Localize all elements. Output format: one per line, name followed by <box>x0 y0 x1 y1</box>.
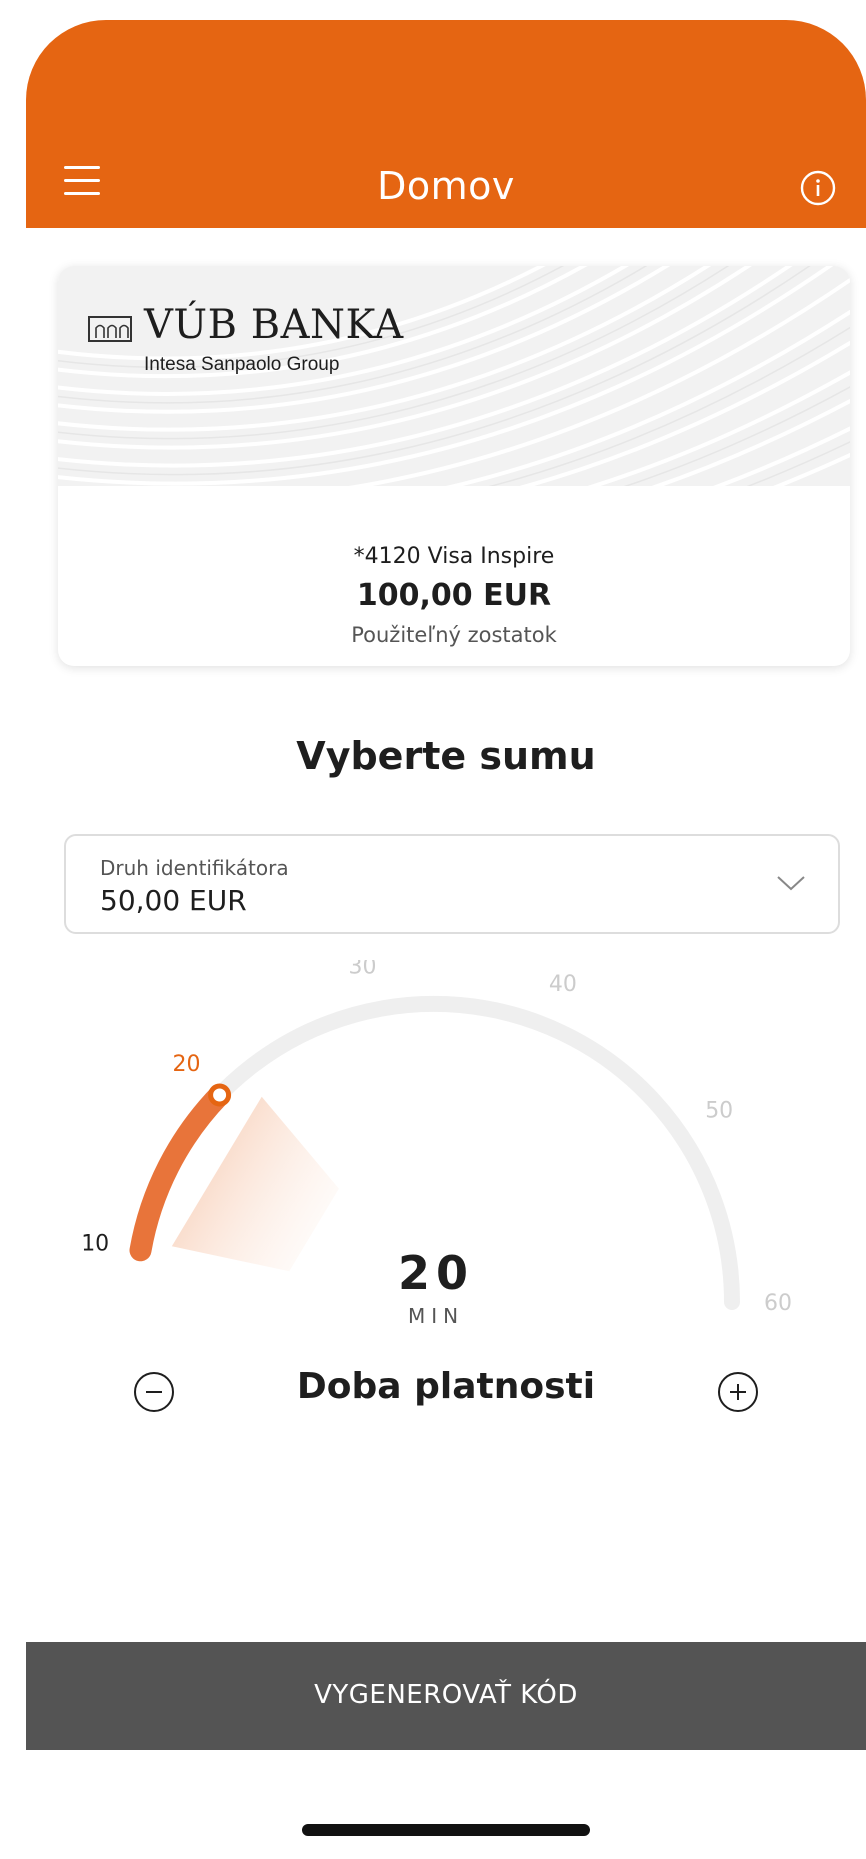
card-pattern: VÚB BANKA Intesa Sanpaolo Group <box>58 266 850 486</box>
minus-icon[interactable] <box>130 1368 178 1416</box>
card-balance: 100,00 EUR <box>356 578 552 613</box>
bank-logo: VÚB BANKA Intesa Sanpaolo Group <box>88 302 448 382</box>
validity-unit: MIN <box>407 1304 465 1328</box>
bank-group: Intesa Sanpaolo Group <box>144 354 340 375</box>
info-icon[interactable] <box>800 170 836 206</box>
select-label: Druh identifikátora <box>100 856 289 880</box>
card-name: *4120 Visa Inspire <box>353 544 555 569</box>
gauge-handle[interactable] <box>208 1083 232 1107</box>
gauge-tick-label: 30 <box>349 960 377 980</box>
gauge-tick-label: 50 <box>705 1099 733 1124</box>
phone-screen: Domov VÚB BANKA Intesa Sanpaolo Group *4… <box>26 20 866 1859</box>
page-title: Domov <box>377 164 515 208</box>
validity-value: 20 <box>397 1246 474 1300</box>
gauge-tick-label: 40 <box>549 972 577 997</box>
gauge-tick-label: 20 <box>173 1052 201 1077</box>
validity-gauge[interactable]: 10 20 30 40 50 60 <box>26 960 866 1360</box>
app-header: Domov <box>26 20 866 228</box>
account-card[interactable]: VÚB BANKA Intesa Sanpaolo Group *4120 Vi… <box>58 266 850 666</box>
validity-label: Doba platnosti <box>296 1366 596 1407</box>
plus-icon[interactable] <box>714 1368 762 1416</box>
amount-section-title: Vyberte sumu <box>296 734 596 778</box>
select-value: 50,00 EUR <box>100 884 247 917</box>
home-indicator <box>302 1824 590 1836</box>
amount-select[interactable]: Druh identifikátora 50,00 EUR <box>64 834 840 934</box>
hamburger-icon[interactable] <box>64 166 100 196</box>
balance-label: Použiteľný zostatok <box>351 623 557 647</box>
generate-code-label: VYGENEROVAŤ KÓD <box>314 1680 578 1710</box>
gauge-tick-label: 60 <box>764 1291 792 1316</box>
chevron-down-icon <box>777 876 805 891</box>
bank-name: VÚB BANKA <box>144 302 404 348</box>
generate-code-button[interactable]: VYGENEROVAŤ KÓD <box>26 1642 866 1750</box>
bank-logo-icon <box>88 316 132 342</box>
gauge-tick-label: 10 <box>81 1231 109 1256</box>
